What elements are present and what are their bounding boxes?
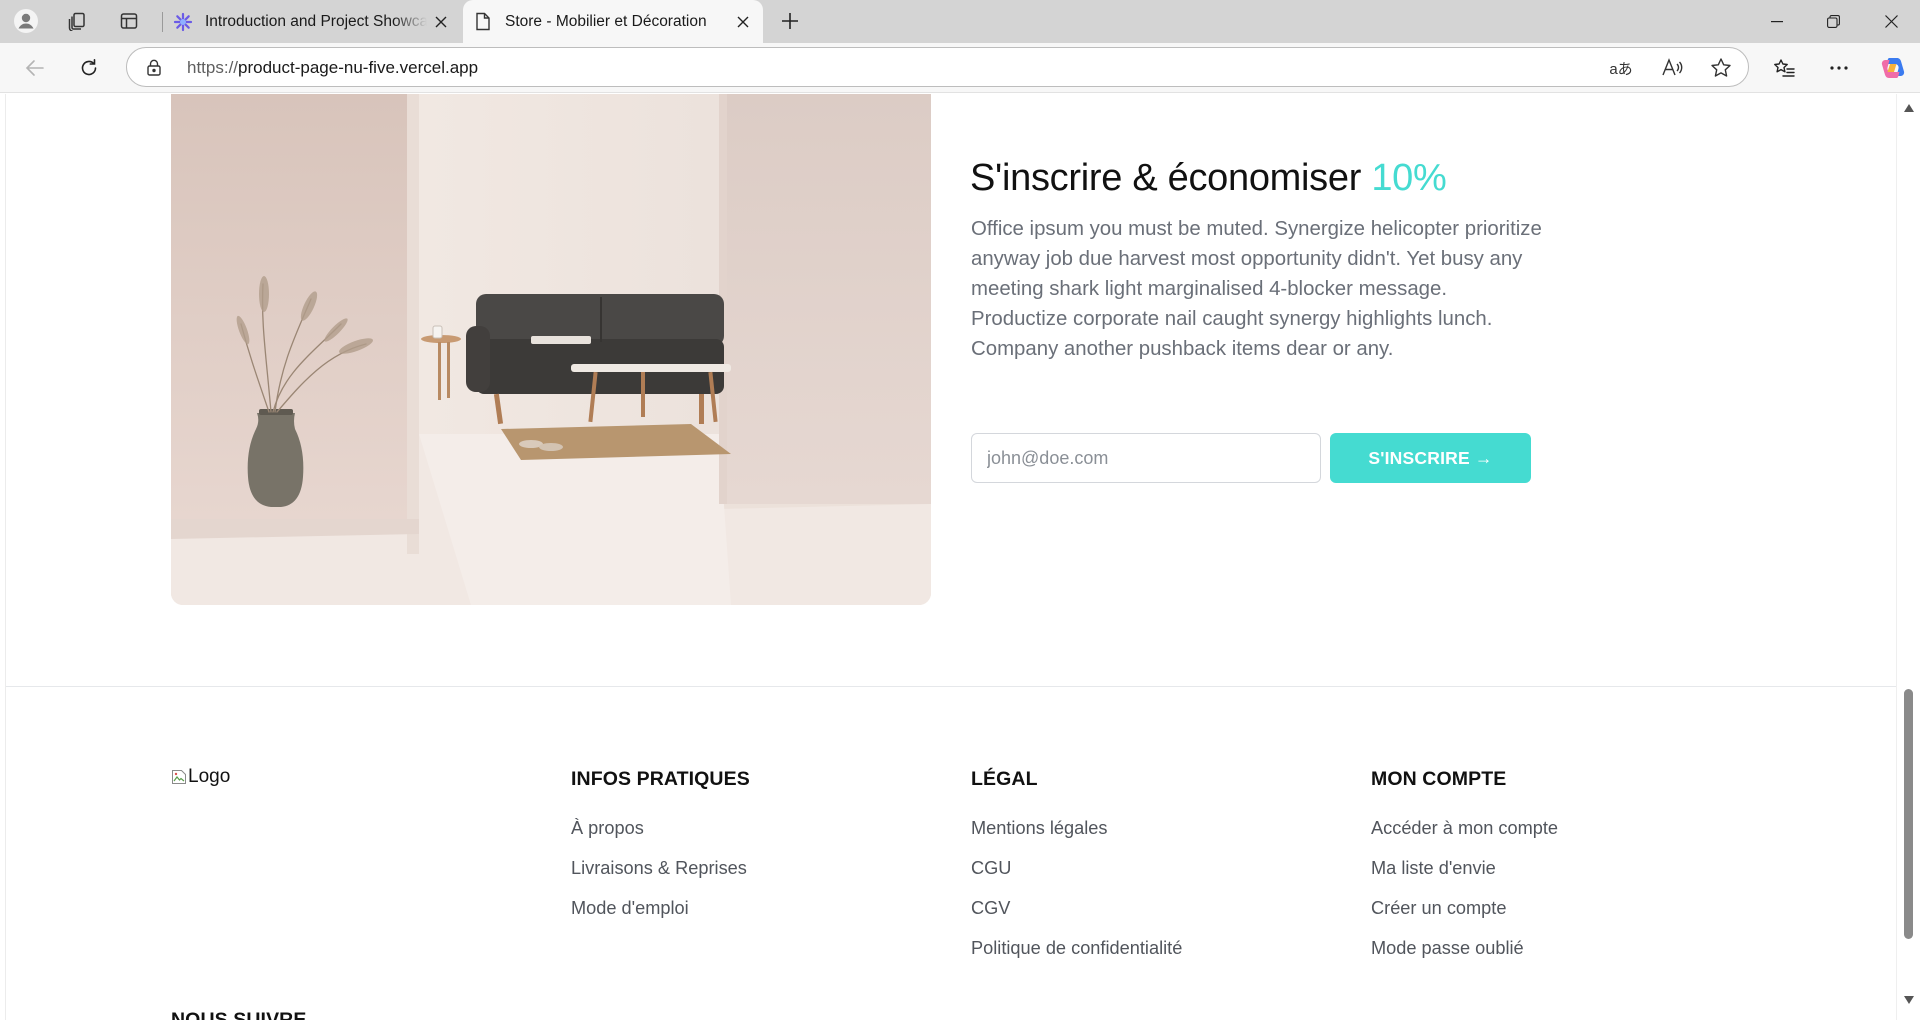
- footer-link-mot-passe[interactable]: Mode passe oublié: [1371, 938, 1558, 978]
- address-bar[interactable]: https://product-page-nu-five.vercel.app …: [126, 47, 1749, 87]
- interior-living-room-image: [171, 94, 931, 605]
- broken-image-icon: [172, 770, 186, 784]
- footer-follow-title: NOUS SUIVRE: [171, 1009, 307, 1020]
- browser-toolbar: https://product-page-nu-five.vercel.app …: [0, 43, 1920, 93]
- footer-column-infos: INFOS PRATIQUES À propos Livraisons & Re…: [571, 768, 750, 938]
- scroll-thumb[interactable]: [1904, 689, 1913, 939]
- email-input[interactable]: [971, 433, 1321, 483]
- footer-column-title: LÉGAL: [971, 768, 1038, 790]
- translate-icon[interactable]: aあ: [1606, 54, 1636, 82]
- close-tab-icon[interactable]: [427, 8, 455, 36]
- back-icon[interactable]: [18, 52, 52, 84]
- vertical-tabs-icon[interactable]: [113, 6, 145, 36]
- tab-title: Introduction and Project Showcase: [205, 12, 427, 30]
- lock-icon[interactable]: [145, 58, 163, 76]
- scroll-down-arrow-icon[interactable]: [1903, 995, 1915, 1005]
- close-window-icon[interactable]: [1864, 0, 1918, 43]
- footer-link-cgu[interactable]: CGU: [971, 858, 1182, 898]
- viewport-edge: [5, 94, 6, 1020]
- copilot-icon[interactable]: [1876, 52, 1910, 84]
- footer-link-liste-envie[interactable]: Ma liste d'envie: [1371, 858, 1558, 898]
- favorites-list-icon[interactable]: [1767, 52, 1801, 84]
- footer-link-livraisons[interactable]: Livraisons & Reprises: [571, 858, 750, 898]
- logo-alt-text: Logo: [188, 766, 231, 787]
- refresh-icon[interactable]: [72, 52, 106, 84]
- scroll-up-arrow-icon[interactable]: [1903, 103, 1915, 113]
- footer-column-compte: MON COMPTE Accéder à mon compte Ma liste…: [1371, 768, 1558, 978]
- new-tab-button[interactable]: [774, 6, 806, 36]
- restore-icon[interactable]: [1806, 0, 1860, 43]
- signup-discount: 10%: [1371, 157, 1447, 199]
- minimize-icon[interactable]: [1750, 0, 1804, 43]
- signup-title: S'inscrire & économiser 10%: [970, 157, 1447, 199]
- favorite-star-icon[interactable]: [1706, 54, 1736, 82]
- tab-strip: Introduction and Project Showcase Store …: [0, 0, 1920, 43]
- tab-separator: [162, 12, 163, 32]
- page-content: S'inscrire & économiser 10% Office ipsum…: [0, 94, 1896, 1020]
- project-favicon-icon: [173, 12, 193, 32]
- footer-column-title: INFOS PRATIQUES: [571, 768, 750, 790]
- footer-logo[interactable]: Logo: [171, 766, 230, 788]
- signup-button[interactable]: S'INSCRIRE →: [1330, 433, 1531, 483]
- page-icon: [473, 12, 493, 32]
- footer-link-a-propos[interactable]: À propos: [571, 818, 750, 858]
- tab-introduction[interactable]: Introduction and Project Showcase: [165, 0, 461, 43]
- profile-icon[interactable]: [10, 6, 42, 36]
- footer-link-acceder-compte[interactable]: Accéder à mon compte: [1371, 818, 1558, 858]
- url-text: https://product-page-nu-five.vercel.app: [187, 58, 479, 77]
- footer-divider: [6, 686, 1896, 687]
- footer-link-cgv[interactable]: CGV: [971, 898, 1182, 938]
- footer-column-title: MON COMPTE: [1371, 768, 1507, 790]
- tab-title: Store - Mobilier et Décoration: [505, 12, 707, 30]
- footer-link-mentions[interactable]: Mentions légales: [971, 818, 1182, 858]
- footer-link-creer-compte[interactable]: Créer un compte: [1371, 898, 1558, 938]
- tab-store[interactable]: Store - Mobilier et Décoration: [463, 0, 763, 43]
- collections-icon[interactable]: [61, 6, 93, 36]
- signup-description: Office ipsum you must be muted. Synergiz…: [971, 218, 1542, 360]
- footer-link-confidentialite[interactable]: Politique de confidentialité: [971, 938, 1182, 978]
- footer-column-legal: LÉGAL Mentions légales CGU CGV Politique…: [971, 768, 1182, 978]
- more-menu-icon[interactable]: [1822, 52, 1856, 84]
- footer-link-mode-emploi[interactable]: Mode d'emploi: [571, 898, 750, 938]
- read-aloud-icon[interactable]: [1657, 54, 1687, 82]
- page-scrollbar[interactable]: [1896, 94, 1920, 1020]
- close-tab-icon[interactable]: [729, 8, 757, 36]
